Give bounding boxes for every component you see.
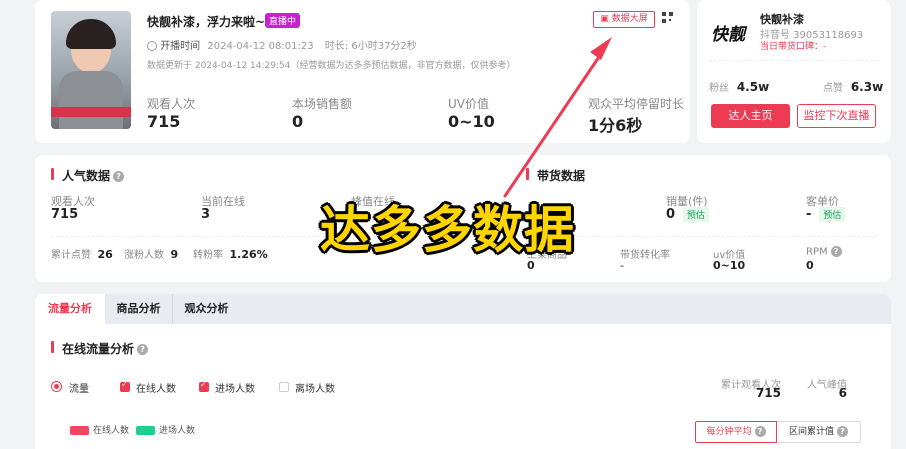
stat-watch-label: 观看人次 <box>147 97 196 111</box>
fans-stat: 粉丝 4.5w <box>709 79 769 94</box>
traffic-title: 在线流量分析 <box>62 342 135 356</box>
start-time-value: 2024-04-12 08:01:23 <box>207 41 314 52</box>
popularity-title: 人气数据 <box>62 169 111 183</box>
tab-traffic[interactable]: 流量分析 <box>35 294 105 324</box>
sales-price: - 预估 <box>806 207 846 222</box>
popularity-section-title: 人气数据? <box>62 167 125 184</box>
pop-likes: 累计点赞 26 <box>51 246 113 261</box>
estimate-badge: 预估 <box>682 207 709 222</box>
traffic-section-title: 在线流量分析? <box>62 340 149 357</box>
total-watch-value: 715 <box>755 386 781 400</box>
data-update-note: 数据更新于 2024-04-12 14:29:54（经营数据为达多多预估数据，非… <box>147 61 516 71</box>
clock-icon <box>147 41 157 51</box>
stat-sales: 本场销售额 0 <box>292 95 352 131</box>
stat-uv: UV价值 0~10 <box>448 95 495 131</box>
big-screen-label: 数据大屏 <box>611 14 648 24</box>
enter-checkbox-label: 进场人数 <box>215 384 255 395</box>
stat-sales-label: 本场销售额 <box>292 97 353 111</box>
legend-online-swatch <box>70 426 89 435</box>
per-minute-button[interactable]: 每分钟平均? <box>695 421 777 443</box>
start-time-row: 开播时间 2024-04-12 08:01:23 时长: 6小时37分2秒 <box>147 37 417 52</box>
interval-button[interactable]: 区间累计值? <box>777 421 861 443</box>
shop-today-reputation: 当日带货口碑：- <box>760 42 827 52</box>
sales-title: 带货数据 <box>537 169 586 183</box>
online-checkbox-label: 在线人数 <box>136 384 176 395</box>
duration-label: 时长: <box>324 41 349 52</box>
sales-price-value: - <box>806 207 812 222</box>
qrcode-icon[interactable] <box>662 12 673 23</box>
sales-volume: 0 预估 <box>666 207 709 222</box>
pop-fans-value: 9 <box>170 248 179 261</box>
estimate-badge: 预估 <box>819 207 846 222</box>
stat-uv-label: UV价值 <box>448 97 489 111</box>
interval-label: 区间累计值 <box>788 427 834 437</box>
live-cover-thumbnail[interactable] <box>51 11 131 129</box>
monitor-next-live-button[interactable]: 监控下次直播 <box>797 104 876 128</box>
pop-fans: 涨粉人数 9 <box>124 246 178 261</box>
help-icon[interactable]: ? <box>137 344 149 355</box>
home-page-button[interactable]: 达人主页 <box>711 104 790 128</box>
sales-conv-value: - <box>620 259 624 272</box>
likes-label: 点赞 <box>823 83 843 94</box>
live-title: 快靓补漆，浮力来啦~ <box>147 15 266 29</box>
help-icon[interactable]: ? <box>830 246 842 257</box>
stat-sales-value: 0 <box>292 112 304 131</box>
pop-watch-value: 715 <box>51 207 79 222</box>
legend-enter-swatch <box>136 426 155 435</box>
sales-rpm: RPM? <box>806 246 842 258</box>
traffic-radio[interactable] <box>51 381 62 392</box>
likes-stat: 点赞 6.3w <box>823 79 883 94</box>
big-screen-button[interactable]: ▣ 数据大屏 <box>593 11 655 28</box>
live-info-card: 快靓补漆，浮力来啦~ 直播中 开播时间 2024-04-12 08:01:23 … <box>35 0 690 143</box>
pop-likes-value: 26 <box>97 248 113 261</box>
help-icon: ? <box>754 426 766 437</box>
likes-value: 6.3w <box>850 80 884 94</box>
shop-name: 快靓补漆 <box>760 13 804 26</box>
legend-enter-label: 进场人数 <box>159 426 196 436</box>
sales-rpm-value: 0 <box>806 259 814 272</box>
sales-volume-value: 0 <box>666 207 676 222</box>
shop-logo: 快靓 <box>711 25 745 45</box>
pop-fans-label: 涨粉人数 <box>124 250 164 261</box>
legend-online-label: 在线人数 <box>93 426 130 436</box>
screen-icon: ▣ <box>600 14 609 24</box>
stat-stay-value: 1分6秒 <box>588 116 643 135</box>
shop-card: 快靓 快靓补漆 抖音号 39053118693 当日带货口碑：- 粉丝 4.5w… <box>697 0 891 143</box>
help-icon: ? <box>837 426 848 437</box>
pop-conv-label: 转粉率 <box>193 250 223 261</box>
fans-label: 粉丝 <box>709 83 729 94</box>
tab-audience[interactable]: 观众分析 <box>173 294 240 324</box>
stat-watch: 观看人次 715 <box>147 95 195 131</box>
live-status-badge: 直播中 <box>265 13 301 28</box>
sales-conv-label: 带货转化率 <box>620 250 670 261</box>
sales-rpm-label: RPM <box>806 246 828 258</box>
tab-products[interactable]: 商品分析 <box>105 294 172 324</box>
pop-conv-value: 1.26% <box>229 248 268 261</box>
traffic-radio-label: 流量 <box>69 384 89 395</box>
leave-checkbox-label: 离场人数 <box>295 384 335 395</box>
leave-checkbox[interactable] <box>279 382 289 392</box>
analysis-card: 流量分析 商品分析 观众分析 在线流量分析? 流量 在线人数 进场人数 离场人数… <box>35 294 891 449</box>
online-checkbox[interactable] <box>120 380 130 392</box>
pop-conv: 转粉率 1.26% <box>193 246 268 261</box>
per-minute-label: 每分钟平均 <box>706 427 752 437</box>
sales-uv-value: 0~10 <box>713 259 746 272</box>
peak-value: 6 <box>838 386 847 400</box>
start-time-label: 开播时间 <box>160 41 201 52</box>
stat-stay: 观众平均停留时长 1分6秒 <box>588 95 684 136</box>
pop-likes-label: 累计点赞 <box>51 250 91 261</box>
stat-uv-value: 0~10 <box>448 112 495 131</box>
overlay-caption: 达多多数据 <box>320 201 575 259</box>
duration-value: 6小时37分2秒 <box>351 41 417 52</box>
pop-online-value: 3 <box>201 207 211 222</box>
enter-checkbox[interactable] <box>199 380 209 392</box>
stat-watch-value: 715 <box>147 112 181 131</box>
stat-stay-label: 观众平均停留时长 <box>588 97 685 111</box>
help-icon[interactable]: ? <box>113 171 125 182</box>
fans-value: 4.5w <box>736 80 770 94</box>
